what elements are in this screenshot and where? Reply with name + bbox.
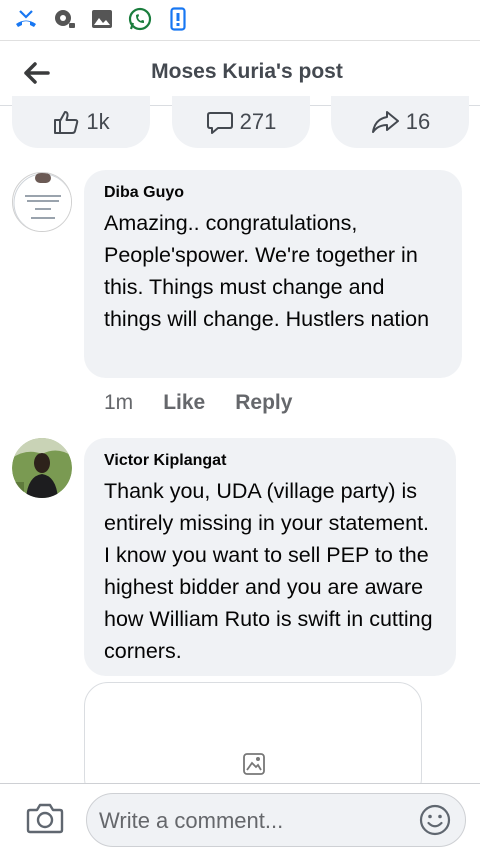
comment-input[interactable]: Write a comment... — [86, 793, 466, 847]
comment-author[interactable]: Victor Kiplangat — [104, 452, 436, 470]
camera-icon — [26, 803, 64, 834]
comment-count: 271 — [239, 109, 277, 134]
comment-bubble-icon — [206, 112, 233, 134]
reaction-bar: 1k 271 16 — [0, 96, 480, 150]
share-count-button[interactable]: 16 — [331, 96, 469, 148]
whatsapp-icon — [128, 7, 152, 31]
thumbs-up-icon — [54, 111, 79, 134]
media-icon — [52, 7, 76, 31]
comment-composer: Write a comment... — [0, 783, 480, 854]
comment-text: Thank you, UDA (village party) is entire… — [104, 479, 433, 663]
share-count: 16 — [405, 109, 431, 134]
avatar[interactable] — [12, 438, 72, 498]
gallery-icon — [90, 7, 114, 31]
share-arrow-icon — [371, 111, 399, 133]
status-bar — [0, 0, 480, 38]
phone-icon — [166, 7, 190, 31]
like-count: 1k — [86, 109, 110, 134]
comment-actions: 1m Like Reply — [104, 391, 292, 415]
reply-button[interactable]: Reply — [235, 391, 292, 415]
avatar[interactable] — [12, 172, 72, 232]
comment-text: Amazing.. congratulations, People'spower… — [104, 211, 430, 331]
emoji-button[interactable] — [419, 804, 451, 836]
comment-author[interactable]: Diba Guyo — [104, 184, 442, 202]
like-count-button[interactable]: 1k — [12, 96, 150, 148]
comment-timestamp: 1m — [104, 391, 134, 414]
missed-call-icon — [14, 7, 38, 31]
emoji-icon — [419, 804, 451, 836]
camera-button[interactable] — [26, 801, 64, 837]
comment-bubble[interactable]: Victor Kiplangat Thank you, UDA (village… — [84, 438, 456, 676]
comment-bubble[interactable]: Diba Guyo Amazing.. congratulations, Peo… — [84, 170, 462, 378]
image-placeholder-icon — [241, 751, 267, 782]
like-button[interactable]: Like — [163, 391, 205, 415]
page-title: Moses Kuria's post — [151, 60, 343, 83]
comment-input-placeholder: Write a comment... — [99, 808, 284, 833]
comment-count-button[interactable]: 271 — [172, 96, 310, 148]
